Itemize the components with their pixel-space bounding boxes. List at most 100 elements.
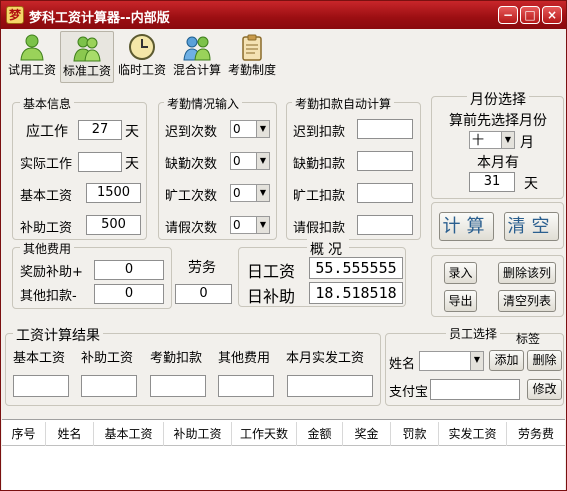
- chevron-down-icon: ▼: [256, 185, 269, 201]
- calculate-button[interactable]: 计算: [439, 212, 494, 241]
- two-people-icon: [73, 36, 101, 62]
- add-employee-button[interactable]: 添加: [489, 350, 524, 371]
- column-header[interactable]: 工作天数: [232, 422, 297, 446]
- tool-label: 考勤制度: [227, 63, 276, 77]
- truant-deduction-output[interactable]: [357, 183, 413, 203]
- modify-button[interactable]: 修改: [527, 379, 562, 400]
- column-header[interactable]: 金额: [297, 422, 343, 446]
- month-days-unit: 天: [524, 176, 538, 192]
- work-days-unit: 天: [125, 124, 139, 140]
- person-icon: [20, 34, 44, 61]
- late-deduction-output[interactable]: [357, 119, 413, 139]
- tag-label: 标签: [516, 332, 541, 346]
- column-header[interactable]: 罚款: [391, 422, 439, 446]
- late-count-select[interactable]: 0 ▼: [230, 120, 270, 138]
- late-count-value: 0: [233, 122, 241, 136]
- attendance-label-truant: 旷工次数: [165, 189, 218, 204]
- other-deduct-input[interactable]: 0: [94, 284, 164, 304]
- leave-count-select[interactable]: 0 ▼: [230, 216, 270, 234]
- column-header[interactable]: 基本工资: [94, 422, 164, 446]
- month-select[interactable]: 十 ▼: [469, 131, 515, 149]
- result-base-output[interactable]: [13, 375, 69, 397]
- clock-icon: [129, 34, 155, 60]
- chevron-down-icon: ▼: [256, 217, 269, 233]
- column-header[interactable]: 姓名: [46, 422, 94, 446]
- overview-panel: 概况 日工资 55.555555 日补助 18.518518: [238, 239, 406, 307]
- close-button[interactable]: ×: [542, 6, 562, 24]
- clear-list-button[interactable]: 清空列表: [498, 290, 556, 312]
- record-panel: 录入 删除该列 导出 清空列表: [431, 255, 564, 317]
- work-days-input[interactable]: 27: [78, 120, 122, 140]
- attendance-label-absent: 缺勤次数: [165, 157, 218, 172]
- labor-input[interactable]: 0: [175, 284, 232, 304]
- month-days-input[interactable]: 31: [469, 172, 515, 192]
- employee-name-select[interactable]: ▼: [419, 351, 484, 371]
- month-value: 十: [472, 133, 485, 147]
- attendance-label-late: 迟到次数: [165, 125, 218, 140]
- clear-button[interactable]: 清空: [504, 212, 559, 241]
- daily-subsidy-label: 日补助: [247, 287, 296, 306]
- tool-trial-wage[interactable]: 试用工资: [5, 31, 59, 83]
- truant-count-select[interactable]: 0 ▼: [230, 184, 270, 202]
- work-days-label: 应工作: [26, 124, 68, 140]
- column-header[interactable]: 奖金: [343, 422, 391, 446]
- tool-mixed-calc[interactable]: 混合计算: [170, 31, 224, 83]
- result-col-label: 考勤扣款: [150, 351, 203, 366]
- column-header[interactable]: 补助工资: [164, 422, 232, 446]
- deduction-label-late: 迟到扣款: [293, 125, 346, 140]
- title-bar: 梦 梦科工资计算器--内部版 − □ ×: [1, 1, 566, 29]
- tool-standard-wage[interactable]: 标准工资: [60, 31, 114, 83]
- column-header[interactable]: 序号: [2, 422, 46, 446]
- tool-label: 临时工资: [117, 63, 166, 77]
- employee-name-label: 姓名: [389, 357, 416, 372]
- result-col-label: 基本工资: [13, 351, 66, 366]
- column-header[interactable]: 实发工资: [439, 422, 507, 446]
- attendance-title: 考勤情况输入: [164, 95, 243, 112]
- actual-work-input[interactable]: [78, 152, 122, 172]
- column-header[interactable]: 劳务费: [507, 422, 565, 446]
- result-panel: 工资计算结果 基本工资 补助工资 考勤扣款 其他费用 本月实发工资: [5, 325, 381, 406]
- days-label: 本月有: [477, 155, 519, 171]
- leave-deduction-output[interactable]: [357, 215, 413, 235]
- deduction-title: 考勤扣款自动计算: [292, 95, 395, 112]
- delete-employee-button[interactable]: 删除: [527, 350, 562, 371]
- tool-temp-wage[interactable]: 临时工资: [115, 31, 169, 83]
- payroll-table[interactable]: 序号 姓名 基本工资 补助工资 工作天数 金额 奖金 罚款 实发工资 劳务费: [2, 419, 565, 490]
- basic-info-title: 基本信息: [20, 95, 75, 112]
- chevron-down-icon: ▼: [256, 153, 269, 169]
- absent-deduction-output[interactable]: [357, 151, 413, 171]
- base-wage-input[interactable]: 1500: [86, 183, 141, 203]
- result-subsidy-output[interactable]: [81, 375, 137, 397]
- clipboard-icon: [242, 34, 262, 61]
- result-net-pay-output[interactable]: [287, 375, 373, 397]
- delete-row-button[interactable]: 删除该列: [498, 262, 556, 284]
- result-col-label: 补助工资: [81, 351, 134, 366]
- other-fees-title: 其他费用: [20, 240, 75, 257]
- deduction-panel: 考勤扣款自动计算 迟到扣款 缺勤扣款 旷工扣款 请假扣款: [286, 95, 421, 240]
- app-logo-icon: 梦: [6, 6, 24, 24]
- tool-attendance-rules[interactable]: 考勤制度: [225, 31, 279, 83]
- result-deduction-output[interactable]: [150, 375, 206, 397]
- daily-subsidy-output[interactable]: 18.518518: [309, 282, 403, 304]
- export-button[interactable]: 导出: [444, 290, 477, 312]
- month-unit: 月: [520, 135, 534, 151]
- other-fees-panel: 其他费用 奖励补助+ 0 其他扣款- 0: [12, 240, 172, 309]
- month-hint: 算前先选择月份: [449, 113, 547, 129]
- minimize-button[interactable]: −: [498, 6, 518, 24]
- actual-work-unit: 天: [125, 156, 139, 172]
- attendance-panel: 考勤情况输入 迟到次数 0 ▼ 缺勤次数 0 ▼ 旷工次数 0 ▼ 请假次数 0 ▼: [158, 95, 277, 240]
- actual-work-label: 实际工作: [20, 157, 73, 172]
- daily-wage-label: 日工资: [247, 262, 296, 281]
- overview-title: 概况: [307, 239, 349, 259]
- absent-count-select[interactable]: 0 ▼: [230, 152, 270, 170]
- subsidy-wage-input[interactable]: 500: [86, 215, 141, 235]
- month-panel: 月份选择 算前先选择月份 十 ▼ 月 本月有 31 天: [431, 89, 564, 199]
- toolbar: 试用工资 标准工资 临时工资 混合计算 考勤制度: [1, 29, 566, 84]
- enter-button[interactable]: 录入: [444, 262, 477, 284]
- alipay-input[interactable]: [430, 379, 520, 400]
- result-other-output[interactable]: [218, 375, 274, 397]
- bonus-input[interactable]: 0: [94, 260, 164, 280]
- deduction-label-truant: 旷工扣款: [293, 189, 346, 204]
- maximize-button[interactable]: □: [520, 6, 540, 24]
- daily-wage-output[interactable]: 55.555555: [309, 257, 403, 279]
